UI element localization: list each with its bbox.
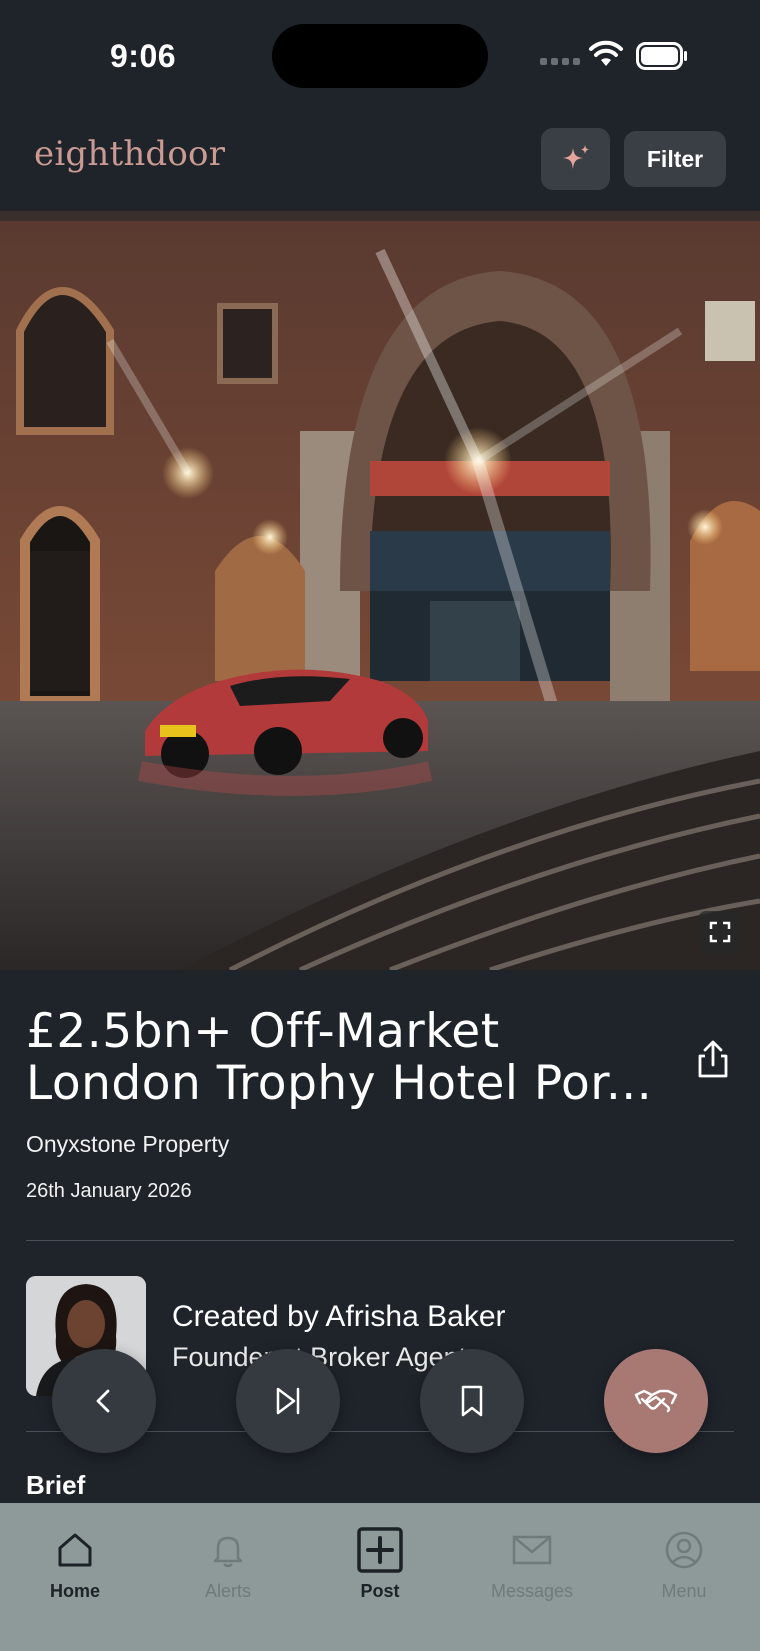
nav-post[interactable]: Post — [310, 1525, 450, 1602]
bell-icon — [213, 1536, 243, 1568]
back-button[interactable] — [52, 1349, 156, 1453]
hotel-photo — [0, 211, 760, 970]
skip-button[interactable] — [236, 1349, 340, 1453]
listing-date: 26th January 2026 — [26, 1180, 192, 1202]
home-icon — [58, 1533, 92, 1567]
nav-alerts[interactable]: Alerts — [158, 1525, 298, 1602]
user-circle-icon — [665, 1531, 703, 1569]
status-bar: 9:06 — [0, 0, 760, 110]
fullscreen-button[interactable] — [698, 911, 742, 953]
make-deal-button[interactable] — [604, 1349, 708, 1453]
bookmark-button[interactable] — [420, 1349, 524, 1453]
status-time: 9:06 — [110, 38, 177, 74]
nav-menu[interactable]: Menu — [614, 1525, 754, 1602]
listing-title-line-2: London Trophy Hotel Por... — [26, 1058, 653, 1110]
listing-title-line-1: £2.5bn+ Off-Market — [26, 1006, 500, 1058]
listing-title: £2.5bn+ Off-Market London Trophy Hotel P… — [26, 1006, 666, 1110]
creator-name[interactable]: Created by Afrisha Baker — [172, 1300, 506, 1334]
app-header: eighthdoor Filter — [0, 110, 760, 210]
chevron-left-icon — [96, 1389, 110, 1413]
listing-hero-image[interactable] — [0, 211, 760, 970]
nav-alerts-label: Alerts — [204, 1581, 251, 1601]
cellular-signal-icon — [540, 58, 580, 68]
divider — [26, 1240, 734, 1241]
brief-heading: Brief — [26, 1470, 86, 1500]
wifi-icon — [589, 40, 623, 66]
nav-home-label: Home — [49, 1581, 100, 1601]
nav-menu-label: Menu — [661, 1581, 707, 1601]
sparkle-icon — [562, 145, 589, 169]
ai-assistant-button[interactable] — [541, 128, 610, 190]
nav-post-label: Post — [360, 1581, 400, 1601]
battery-icon — [636, 42, 687, 70]
plus-square-icon — [357, 1527, 403, 1573]
share-button[interactable] — [690, 1036, 736, 1082]
bottom-nav: Home Alerts Post Messages Menu — [0, 1503, 760, 1651]
nav-messages[interactable]: Messages — [462, 1525, 602, 1602]
dynamic-island — [272, 24, 488, 88]
expand-icon — [709, 921, 731, 943]
handshake-icon — [634, 1389, 678, 1413]
mail-icon — [512, 1535, 552, 1565]
skip-forward-icon — [276, 1387, 300, 1415]
bookmark-icon — [461, 1385, 483, 1417]
company-name: Onyxstone Property — [26, 1131, 230, 1157]
app-logo: eighthdoor — [34, 134, 226, 174]
share-icon — [698, 1040, 728, 1078]
nav-messages-label: Messages — [490, 1581, 574, 1601]
filter-button[interactable]: Filter — [624, 131, 726, 187]
nav-home[interactable]: Home — [5, 1525, 145, 1602]
